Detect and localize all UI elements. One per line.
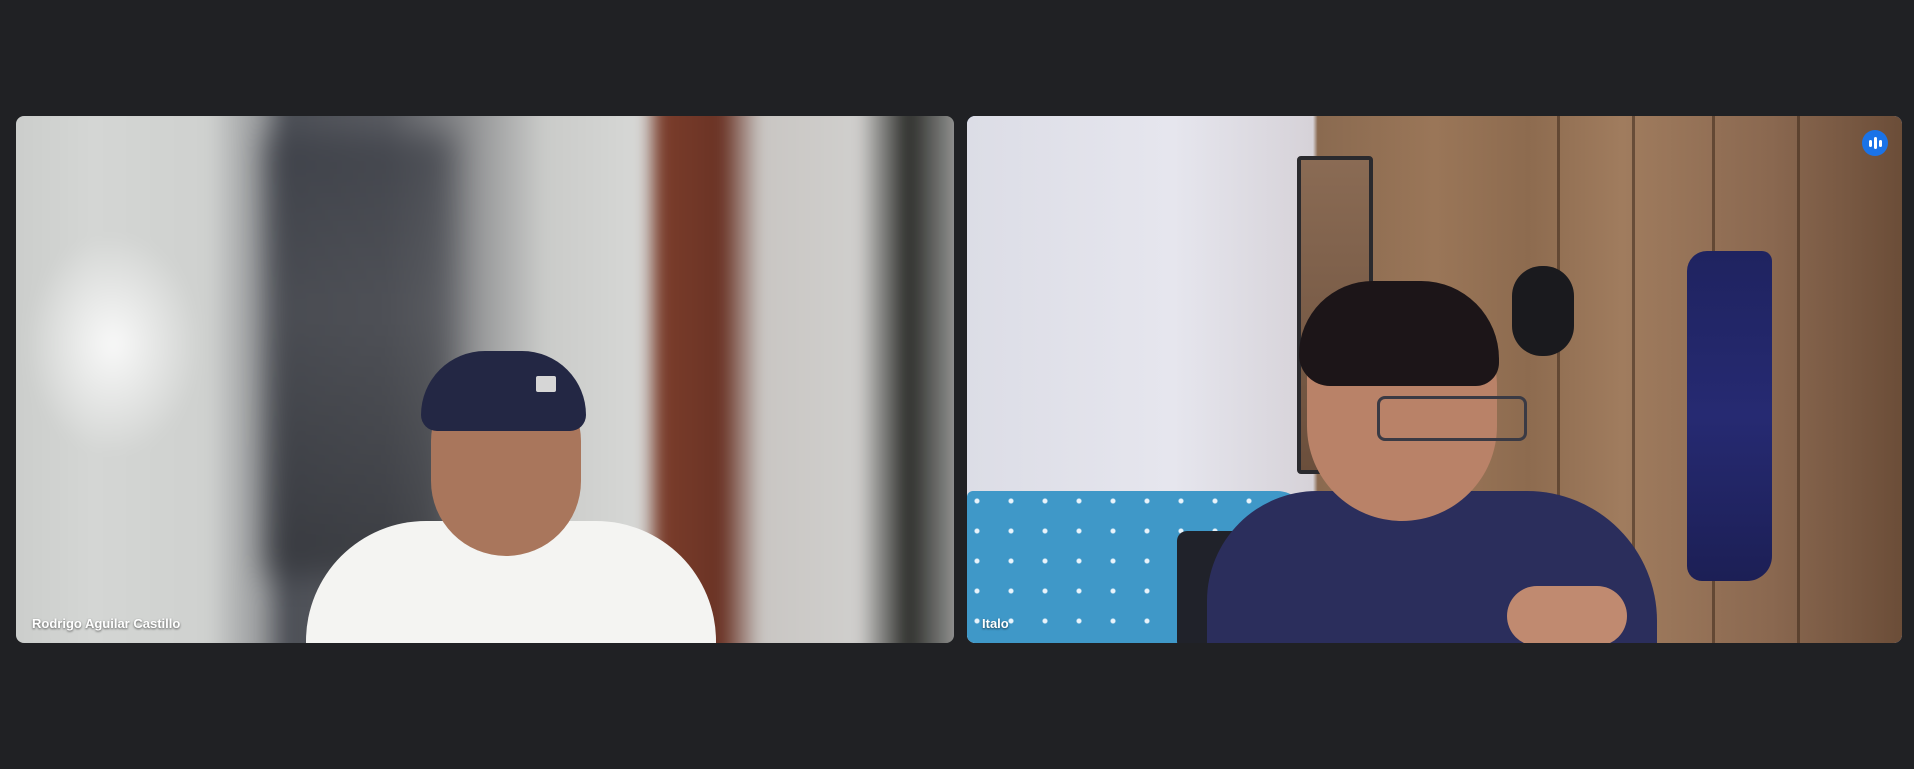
- background-towel: [1687, 251, 1772, 581]
- audio-bar: [1868, 139, 1872, 147]
- participant-figure: [1177, 236, 1667, 643]
- cap-tag: [536, 376, 556, 392]
- audio-bar: [1873, 137, 1877, 149]
- participant-hands: [1507, 586, 1627, 643]
- participant-name-label: Rodrigo Aguilar Castillo: [32, 616, 181, 631]
- audio-level-icon: [1862, 130, 1888, 156]
- participant-cap: [421, 351, 586, 431]
- participant-hair: [1299, 281, 1499, 386]
- participant-glasses: [1377, 396, 1527, 441]
- participant-name-label: Italo: [982, 616, 1009, 631]
- audio-bar: [1878, 139, 1882, 147]
- meeting-stage: Rodrigo Aguilar Castillo Italo: [0, 0, 1914, 769]
- participant-figure: [296, 331, 716, 643]
- participant-tile-italo[interactable]: Italo: [967, 116, 1902, 643]
- participant-tile-rodrigo[interactable]: Rodrigo Aguilar Castillo: [16, 116, 954, 643]
- wardrobe-panel-line: [1797, 116, 1800, 643]
